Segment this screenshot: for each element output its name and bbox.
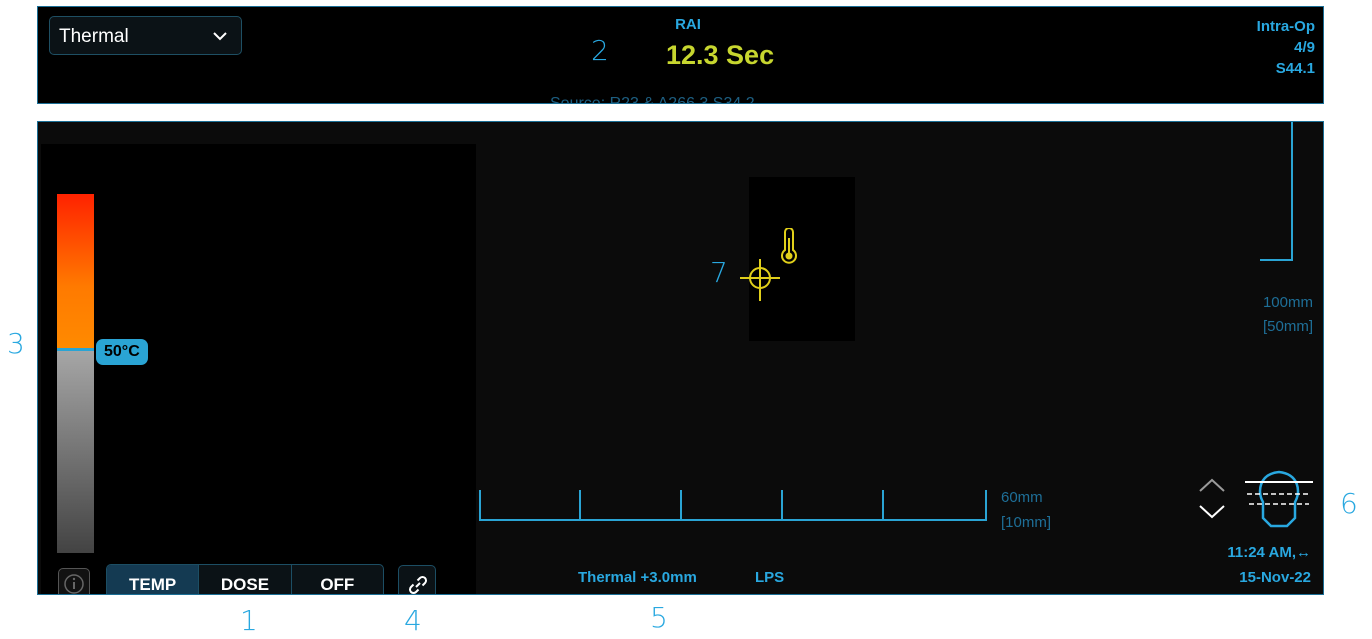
callout-4: 4 [404, 604, 422, 637]
link-icon [408, 575, 428, 594]
temp-button[interactable]: TEMP [107, 565, 199, 594]
chevron-up-icon[interactable] [1197, 476, 1227, 494]
horizontal-scale-bar [479, 490, 987, 521]
chevron-down-icon [213, 32, 227, 41]
slice-label: Thermal +3.0mm [578, 569, 697, 586]
vertical-scale-label: 100mm [1262, 294, 1313, 311]
head-orientation-icon[interactable] [1243, 466, 1315, 528]
clock-date: 15-Nov-22 [1239, 569, 1311, 586]
clock-time: 11:24 AM,↔ [1227, 544, 1311, 561]
temperature-threshold-badge[interactable]: 50°C [96, 339, 148, 365]
chevron-down-icon[interactable] [1197, 503, 1227, 521]
callout-7: 7 [710, 256, 728, 289]
callout-5: 5 [650, 601, 668, 634]
colorbar-cold-range [57, 351, 94, 553]
status-panel: Intra-Op 4/9 S44.1 [1257, 16, 1315, 79]
horizontal-scale-label: 60mm [1001, 489, 1043, 506]
temperature-colorbar [57, 194, 94, 553]
source-coordinates: Source: R23 & A266.3 S34.2 [550, 95, 755, 104]
rai-timer: 12.3 Sec [666, 40, 775, 70]
info-button[interactable] [58, 568, 90, 594]
off-button[interactable]: OFF [292, 565, 383, 594]
callout-3: 3 [7, 327, 25, 360]
status-count: 4/9 [1294, 39, 1315, 56]
target-crosshair-icon[interactable] [736, 257, 784, 305]
callout-1: 1 [240, 604, 258, 637]
status-slice: S44.1 [1275, 60, 1315, 77]
callout-2: 2 [591, 34, 609, 67]
status-header: Thermal RAI 12.3 Sec Source: R23 & A266.… [37, 6, 1324, 104]
display-mode-toggle: TEMP DOSE OFF [106, 564, 384, 594]
horizontal-scale-sublabel: [10mm] [1001, 514, 1052, 531]
mode-dropdown[interactable]: Thermal [49, 16, 242, 55]
status-mode: Intra-Op [1256, 18, 1315, 35]
thermal-viewport[interactable]: 50°C TEMP DOSE OFF 7 100mm [50mm] 60mm [… [37, 121, 1324, 595]
rai-label: RAI [675, 16, 701, 33]
mode-dropdown-value: Thermal [59, 26, 129, 47]
dose-button[interactable]: DOSE [198, 565, 292, 594]
vertical-scale-sublabel: [50mm] [1262, 318, 1313, 335]
vertical-scale-bar [1260, 122, 1293, 261]
orientation-label: LPS [755, 569, 785, 586]
info-icon [64, 574, 84, 594]
overlay-panel: 50°C TEMP DOSE OFF [41, 144, 476, 594]
link-button[interactable] [398, 565, 436, 594]
callout-6: 6 [1340, 487, 1358, 520]
colorbar-hot-range [57, 194, 94, 348]
